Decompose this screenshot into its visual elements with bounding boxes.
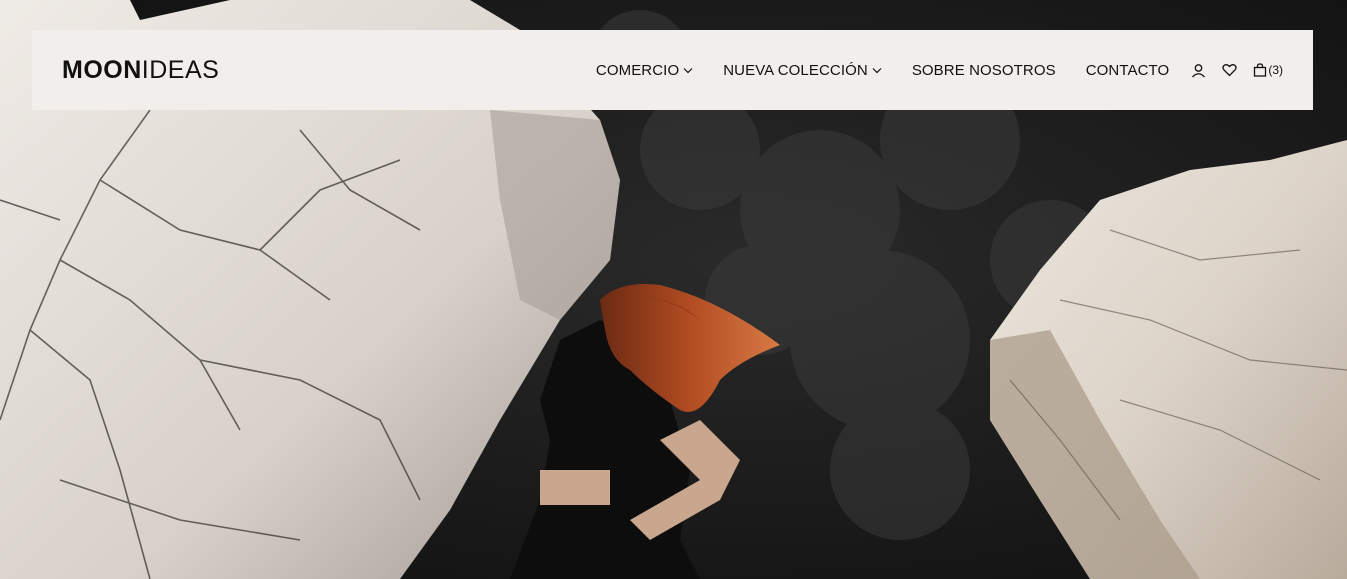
heart-icon[interactable] xyxy=(1222,63,1237,77)
nav-item-label: NUEVA COLECCIÓN xyxy=(723,61,868,79)
nav-item-nueva-coleccion[interactable]: NUEVA COLECCIÓN xyxy=(723,62,882,79)
nav-item-sobre-nosotros[interactable]: SOBRE NOSOTROS xyxy=(912,62,1056,79)
site-header: MOON IDEAS COMERCIO NUEVA COLECCIÓN SOBR… xyxy=(32,30,1313,110)
brand-logo[interactable]: MOON IDEAS xyxy=(62,56,219,85)
chevron-down-icon xyxy=(683,67,693,74)
main-nav: COMERCIO NUEVA COLECCIÓN SOBRE NOSOTROS … xyxy=(596,62,1283,79)
nav-item-comercio[interactable]: COMERCIO xyxy=(596,62,693,79)
shopping-bag-icon[interactable]: (3) xyxy=(1253,63,1283,77)
nav-item-label: SOBRE NOSOTROS xyxy=(911,61,1056,79)
nav-item-label: CONTACTO xyxy=(1085,61,1170,79)
cart-count: (3) xyxy=(1268,63,1283,77)
logo-light-text: IDEAS xyxy=(141,55,220,84)
nav-item-contacto[interactable]: CONTACTO xyxy=(1086,62,1170,79)
user-icon[interactable] xyxy=(1191,63,1206,78)
logo-bold-text: MOON xyxy=(62,55,142,84)
chevron-down-icon xyxy=(872,67,882,74)
header-actions: (3) xyxy=(1191,63,1283,78)
nav-item-label: COMERCIO xyxy=(595,61,680,79)
